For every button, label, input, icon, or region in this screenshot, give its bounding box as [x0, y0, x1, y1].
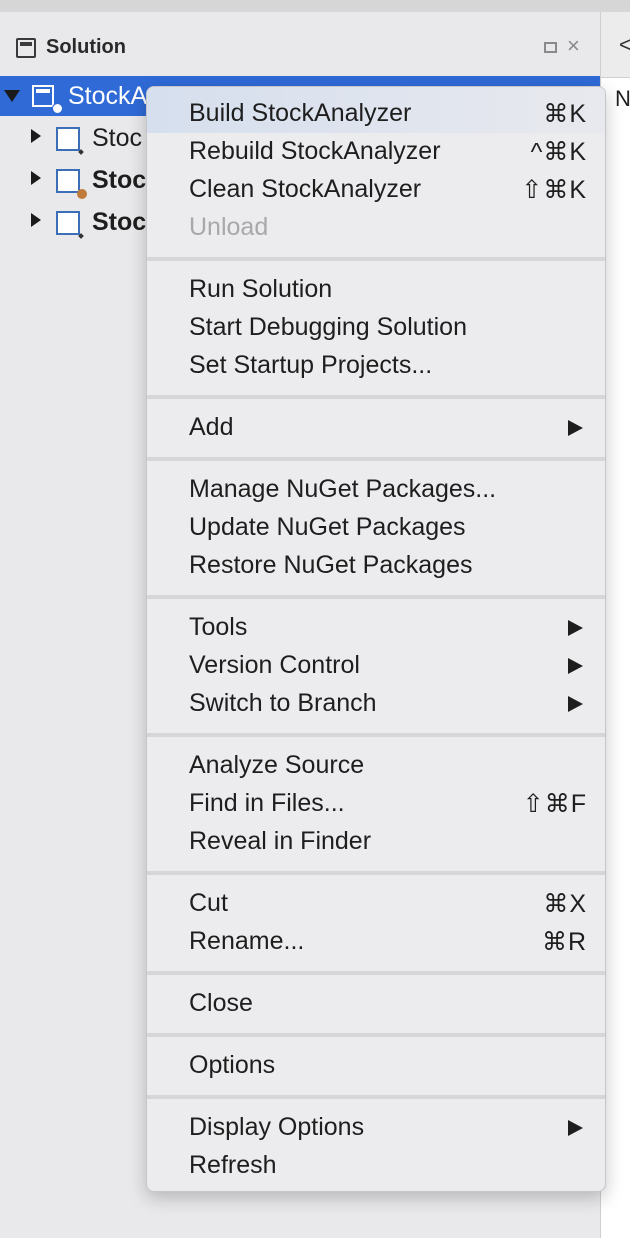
menu-item-version-control[interactable]: Version Control [147, 646, 605, 684]
menu-item-reveal-in-finder[interactable]: Reveal in Finder [147, 822, 605, 860]
menu-item-label: Analyze Source [189, 751, 365, 779]
menu-item-label: Run Solution [189, 275, 333, 303]
warning-badge-icon [77, 189, 87, 199]
menu-separator [147, 733, 605, 737]
menu-separator [147, 257, 605, 261]
project-icon [56, 127, 80, 151]
menu-item-restore-nuget[interactable]: Restore NuGet Packages [147, 546, 605, 584]
submenu-arrow-icon [568, 620, 583, 636]
expand-chevron-right-icon[interactable] [31, 213, 41, 227]
submenu-arrow-icon [568, 696, 583, 712]
menu-item-label: Clean StockAnalyzer [189, 175, 422, 203]
menu-item-tools[interactable]: Tools [147, 608, 605, 646]
menu-item-label: Cut [189, 889, 228, 917]
expand-chevron-right-icon[interactable] [31, 129, 41, 143]
menu-item-label: Update NuGet Packages [189, 513, 466, 541]
menu-item-shortcut: ^⌘K [530, 138, 587, 166]
menu-item-update-nuget[interactable]: Update NuGet Packages [147, 508, 605, 546]
menu-item-options[interactable]: Options [147, 1046, 605, 1084]
project-icon [56, 169, 80, 193]
menu-item-clean[interactable]: Clean StockAnalyzer ⇧⌘K [147, 170, 605, 208]
menu-item-label: Options [189, 1051, 276, 1079]
submenu-arrow-icon [568, 1120, 583, 1136]
project-icon [56, 211, 80, 235]
menu-item-unload: Unload [147, 208, 605, 246]
menu-item-run-solution[interactable]: Run Solution [147, 270, 605, 308]
expand-chevron-down-icon[interactable] [4, 90, 20, 102]
editor-tab-text: N [615, 86, 630, 111]
menu-item-shortcut: ⌘R [541, 928, 587, 956]
tree-label-project: Stoc [92, 166, 147, 194]
expand-chevron-right-icon[interactable] [31, 171, 41, 185]
maximize-icon[interactable] [544, 42, 557, 53]
menu-item-analyze-source[interactable]: Analyze Source [147, 746, 605, 784]
menu-item-shortcut: ⇧⌘K [521, 176, 587, 204]
chevron-left-icon: < [619, 32, 630, 57]
menu-item-refresh[interactable]: Refresh [147, 1146, 605, 1184]
menu-item-shortcut: ⌘K [543, 100, 587, 128]
menu-item-add[interactable]: Add [147, 408, 605, 446]
menu-item-switch-to-branch[interactable]: Switch to Branch [147, 684, 605, 722]
menu-item-build[interactable]: Build StockAnalyzer ⌘K [147, 94, 605, 132]
menu-item-label: Manage NuGet Packages... [189, 475, 497, 503]
menu-item-shortcut: ⌘X [543, 890, 587, 918]
menu-separator [147, 595, 605, 599]
menu-item-set-startup-projects[interactable]: Set Startup Projects... [147, 346, 605, 384]
menu-item-label: Find in Files... [189, 789, 345, 817]
menu-item-label: Rename... [189, 927, 305, 955]
editor-tab[interactable]: < [601, 12, 630, 78]
close-icon[interactable]: × [567, 34, 580, 58]
menu-item-label: Close [189, 989, 253, 1017]
menu-item-find-in-files[interactable]: Find in Files... ⇧⌘F [147, 784, 605, 822]
solution-pad-icon [16, 38, 36, 58]
solution-pad-title: Solution [46, 36, 126, 58]
menu-separator [147, 971, 605, 975]
menu-item-manage-nuget[interactable]: Manage NuGet Packages... [147, 470, 605, 508]
menu-item-close[interactable]: Close [147, 984, 605, 1022]
menu-separator [147, 457, 605, 461]
tree-label-project: Stoc [92, 124, 143, 152]
menu-item-shortcut: ⇧⌘F [522, 790, 587, 818]
menu-item-label: Refresh [189, 1151, 277, 1179]
menu-item-label: Restore NuGet Packages [189, 551, 473, 579]
menu-item-display-options[interactable]: Display Options [147, 1108, 605, 1146]
menu-item-label: Add [189, 413, 234, 441]
menu-item-rename[interactable]: Rename... ⌘R [147, 922, 605, 960]
menu-item-label: Version Control [189, 651, 360, 679]
submenu-arrow-icon [568, 420, 583, 436]
menu-item-label: Unload [189, 213, 269, 241]
menu-item-label: Tools [189, 613, 248, 641]
menu-item-label: Build StockAnalyzer [189, 99, 412, 127]
solution-icon [32, 85, 54, 107]
menu-separator [147, 395, 605, 399]
tree-label-solution: StockA [68, 82, 148, 110]
menu-item-rebuild[interactable]: Rebuild StockAnalyzer ^⌘K [147, 132, 605, 170]
menu-item-start-debugging[interactable]: Start Debugging Solution [147, 308, 605, 346]
menu-item-cut[interactable]: Cut ⌘X [147, 884, 605, 922]
menu-separator [147, 871, 605, 875]
menu-separator [147, 1033, 605, 1037]
menu-item-label: Set Startup Projects... [189, 351, 433, 379]
menu-item-label: Display Options [189, 1113, 365, 1141]
solution-pad-header: Solution × [0, 12, 600, 74]
context-menu: Build StockAnalyzer ⌘K Rebuild StockAnal… [146, 86, 606, 1192]
menu-item-label: Rebuild StockAnalyzer [189, 137, 441, 165]
tree-label-project: Stoc [92, 208, 147, 236]
menu-item-label: Switch to Branch [189, 689, 377, 717]
menu-separator [147, 1095, 605, 1099]
menu-item-label: Reveal in Finder [189, 827, 372, 855]
menu-item-label: Start Debugging Solution [189, 313, 467, 341]
status-badge-icon [52, 103, 63, 114]
submenu-arrow-icon [568, 658, 583, 674]
